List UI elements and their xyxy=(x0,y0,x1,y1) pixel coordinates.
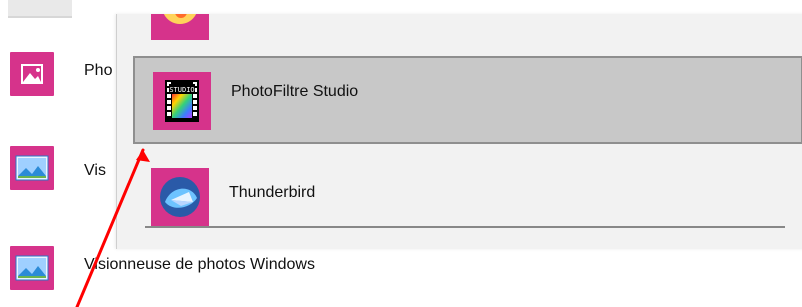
photofiltre-studio-icon: STUDIO xyxy=(153,72,211,130)
list-item-label: Pho xyxy=(84,62,113,79)
popup-item[interactable] xyxy=(133,14,802,56)
list-item-label: Visionneuse de photos Windows xyxy=(84,256,315,273)
list-item[interactable]: Visionneuse de photos Windows xyxy=(0,246,802,296)
popup-item-label: PhotoFiltre Studio xyxy=(231,83,359,100)
open-with-popup: STUDIO PhotoFiltre Studio Thunderbird ⌄ xyxy=(116,14,802,249)
studio-badge: STUDIO xyxy=(169,86,194,94)
photos-icon xyxy=(10,52,54,96)
popup-divider xyxy=(145,226,785,228)
photo-viewer-icon xyxy=(10,246,54,290)
app-icon-partial xyxy=(151,14,209,40)
open-with-dialog-screenshot: Pho Vis Visionneuse de photos Windows ST… xyxy=(0,0,802,307)
thunderbird-icon xyxy=(151,168,209,226)
photo-viewer-icon xyxy=(10,146,54,190)
list-item-label: Vis xyxy=(84,162,106,179)
top-stub xyxy=(8,0,72,18)
popup-item-label: Thunderbird xyxy=(229,184,316,201)
popup-item[interactable]: Thunderbird xyxy=(133,154,802,242)
popup-item-selected[interactable]: STUDIO PhotoFiltre Studio xyxy=(133,56,802,144)
